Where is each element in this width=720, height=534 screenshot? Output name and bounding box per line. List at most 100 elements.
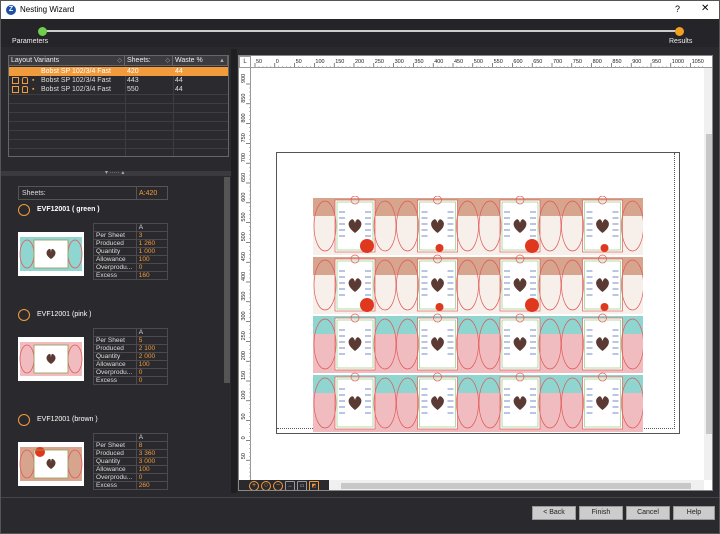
sort-icon: ◇: [117, 58, 122, 64]
help-button[interactable]: Help: [673, 506, 715, 520]
ruler-tick-label: 250: [241, 331, 247, 340]
back-button[interactable]: < Back: [532, 506, 576, 520]
fit-width-icon[interactable]: ↔: [285, 481, 295, 490]
ruler-tick-label: 750: [573, 59, 582, 65]
ruler-tick-label: 700: [553, 59, 562, 65]
scrollbar-thumb[interactable]: [706, 134, 712, 434]
canvas-horizontal-scrollbar[interactable]: [329, 480, 704, 490]
job-status-circle-icon: [18, 414, 30, 426]
ruler-tick-label: 500: [474, 59, 483, 65]
ruler-tick-label: 350: [414, 59, 423, 65]
ruler-tick-label: 100: [315, 59, 324, 65]
lock-icon[interactable]: [22, 77, 28, 84]
zoom-out-icon[interactable]: −: [273, 481, 283, 490]
ruler-tick-label: 650: [241, 173, 247, 182]
ruler-tick-label: 900: [632, 59, 641, 65]
grip-icon: ▾ ····· ▴: [105, 170, 125, 176]
checkbox-icon[interactable]: [12, 86, 19, 93]
ruler-unit-corner[interactable]: L: [239, 56, 251, 68]
horizontal-splitter[interactable]: ▾ ····· ▴: [1, 170, 231, 176]
nesting-wizard-window: Z Nesting Wizard ? ✕ Parameters Results …: [0, 0, 720, 534]
job-stats-table: A Per Sheet 8 Produced 3 360 Quantity 3 000…: [93, 433, 169, 490]
job-thumbnail: [18, 337, 84, 381]
ruler-tick-label: 650: [533, 59, 542, 65]
finish-button[interactable]: Finish: [579, 506, 623, 520]
sheets-label: Sheets:: [22, 190, 46, 197]
ruler-tick-label: 250: [375, 59, 384, 65]
zoom-toolbar: + ○ − ↔ ▭ ◩: [239, 480, 329, 490]
column-header-sheets[interactable]: Sheets: ◇: [125, 56, 173, 66]
cancel-button[interactable]: Cancel: [626, 506, 670, 520]
scrollbar-thumb[interactable]: [224, 177, 230, 383]
ruler-left: 9008508007507006506005505004504003503002…: [239, 56, 251, 480]
job-name: EVF12001 (pink ): [37, 311, 92, 318]
job-stats-table: A Per Sheet 5 Produced 2 100 Quantity 2 000…: [93, 328, 169, 385]
job-stats-table: A Per Sheet 3 Produced 1 260 Quantity 1 000…: [93, 223, 169, 280]
ruler-tick-label: 150: [335, 59, 344, 65]
lock-icon[interactable]: [22, 68, 28, 75]
job-thumbnail: [18, 442, 84, 486]
sheets-summary: Sheets: A:420: [18, 186, 168, 200]
ruler-tick-label: 50: [241, 413, 247, 419]
wizard-steps: Parameters Results: [1, 19, 719, 47]
window-title: Nesting Wizard: [20, 5, 75, 14]
ruler-tick-label: 1000: [672, 59, 684, 65]
job-name: EVF12001 (brown ): [37, 416, 98, 423]
table-row[interactable]: ▪ Bobst SP 102/3/4 Fast 420 44: [9, 67, 228, 76]
close-icon[interactable]: ✕: [701, 3, 709, 14]
ruler-tick-label: 50: [256, 59, 262, 65]
step-parameters-label: Parameters: [12, 38, 49, 45]
ruler-tick-label: 750: [241, 133, 247, 142]
job-thumbnail: [18, 232, 84, 276]
step-results-label: Results: [669, 38, 693, 45]
app-logo-icon: Z: [6, 5, 16, 15]
ruler-tick-label: 950: [652, 59, 661, 65]
column-header-layout-variants[interactable]: Layout Variants ◇: [9, 56, 125, 66]
ruler-tick-label: 450: [241, 252, 247, 261]
vertical-splitter[interactable]: [231, 49, 237, 493]
canvas-vertical-scrollbar[interactable]: [704, 68, 712, 480]
ruler-tick-label: 400: [241, 272, 247, 281]
sort-icon: ◇: [165, 58, 170, 64]
ruler-tick-label: 850: [241, 94, 247, 103]
ruler-tick-label: 50: [241, 453, 247, 459]
ruler-tick-label: 1050: [692, 59, 704, 65]
job-status-circle-icon: [18, 309, 30, 321]
zoom-fit-icon[interactable]: ○: [261, 481, 271, 490]
job-status-circle-icon: [18, 204, 30, 216]
title-bar: Z Nesting Wizard ? ✕: [1, 1, 719, 19]
lock-icon[interactable]: [22, 86, 28, 93]
ruler-tick-label: 150: [241, 371, 247, 380]
table-row[interactable]: ▪ Bobst SP 102/3/4 Fast 443 44: [9, 76, 228, 85]
ruler-tick-label: 300: [241, 311, 247, 320]
ruler-tick-label: 50: [296, 59, 302, 65]
sheets-value: A:420: [136, 187, 168, 199]
ruler-tick-label: 800: [593, 59, 602, 65]
ruler-tick-label: 550: [241, 212, 247, 221]
checkbox-icon[interactable]: [12, 77, 19, 84]
ruler-tick-label: 800: [241, 113, 247, 122]
zoom-in-icon[interactable]: +: [249, 481, 259, 490]
column-header-waste[interactable]: Waste % ▲: [173, 56, 228, 66]
ruler-tick-label: 300: [395, 59, 404, 65]
ruler-tick-label: 0: [241, 436, 247, 439]
ruler-tick-label: 100: [241, 391, 247, 400]
wizard-footer: < Back Finish Cancel Help: [1, 497, 719, 533]
ruler-tick-label: 0: [276, 59, 279, 65]
checkbox-icon[interactable]: [12, 68, 19, 75]
step-results-dot[interactable]: [675, 27, 684, 36]
step-parameters-dot[interactable]: [38, 27, 47, 36]
scrollbar-thumb[interactable]: [341, 483, 691, 489]
details-scrollbar[interactable]: [223, 177, 231, 493]
ruler-tick-label: 400: [434, 59, 443, 65]
ruler-tick-label: 700: [241, 153, 247, 162]
fit-page-icon[interactable]: ▭: [297, 481, 307, 490]
view-mode-icon[interactable]: ◩: [309, 481, 319, 490]
ruler-tick-label: 600: [513, 59, 522, 65]
layout-preview-canvas[interactable]: 50 0 50 100 150 200 250 300 350 400 450 500 550 600 65…: [238, 55, 713, 491]
step-track: [43, 30, 679, 32]
table-row[interactable]: ▪ Bobst SP 102/3/4 Fast 550 44: [9, 85, 228, 94]
nested-layout: [313, 196, 643, 432]
ruler-tick-label: 200: [241, 351, 247, 360]
help-title-button[interactable]: ?: [675, 4, 680, 14]
